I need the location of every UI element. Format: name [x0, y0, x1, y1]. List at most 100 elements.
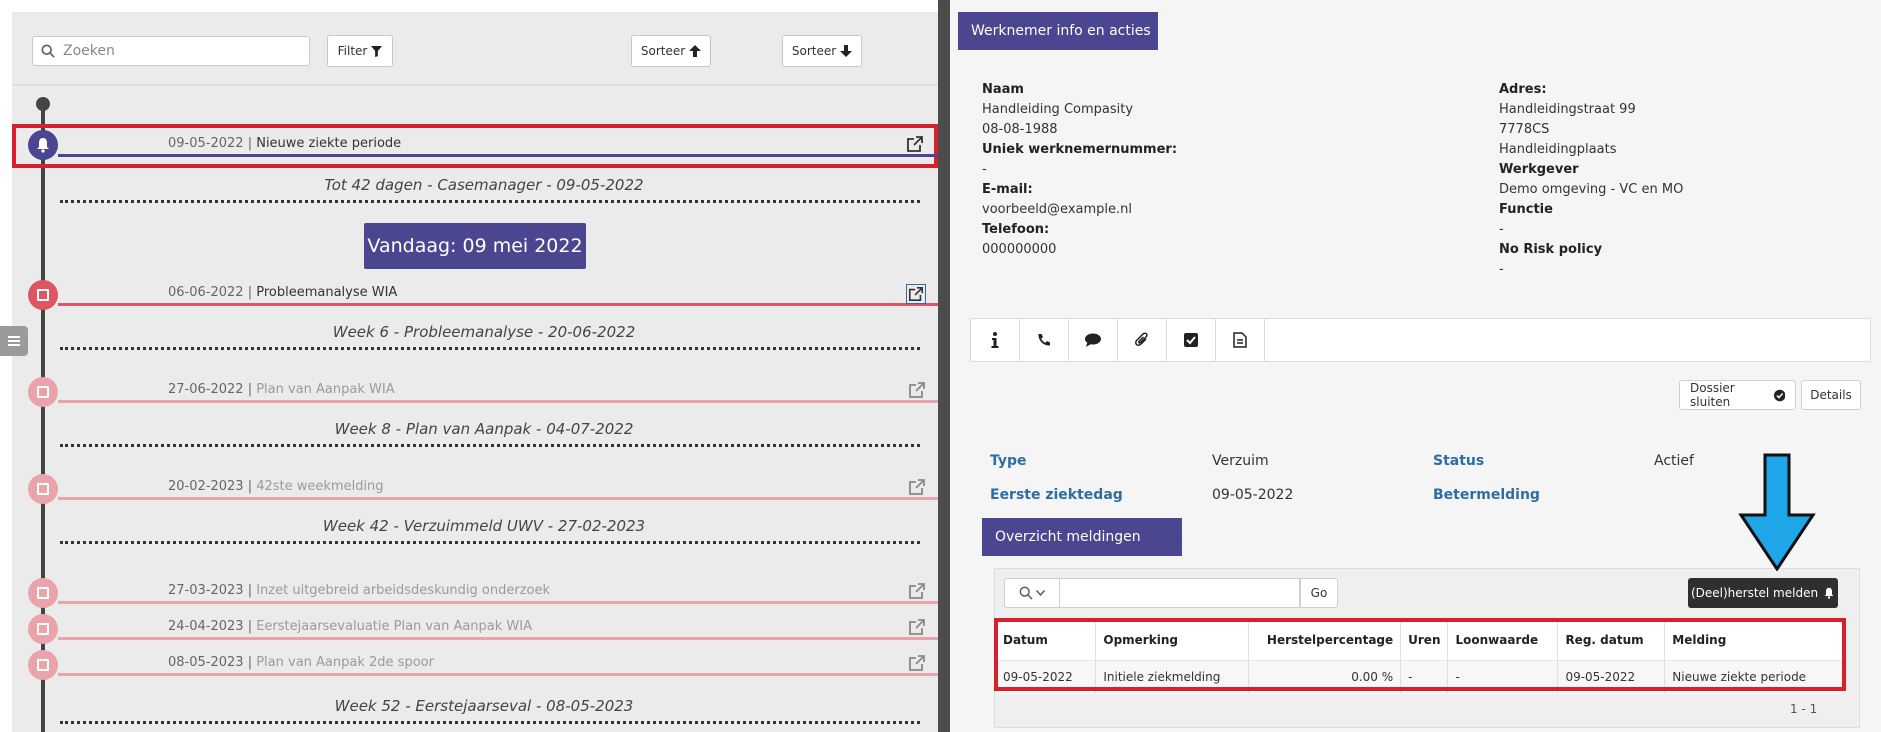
phone-icon	[1038, 334, 1050, 346]
bell-marker	[28, 130, 58, 160]
timeline-event-nieuwe-ziekte-periode[interactable]: 09-05-2022 | Nieuwe ziekte periode	[12, 124, 938, 168]
tab-info[interactable]	[971, 319, 1020, 361]
event-underline	[58, 497, 938, 500]
tab-taken[interactable]	[1167, 319, 1216, 361]
filter-button[interactable]: Filter	[327, 35, 393, 67]
functie-label: Functie	[1499, 202, 1553, 217]
timeline-event-eerstejaarsevaluatie[interactable]: 24-04-2023 | Eerstejaarsevaluatie Plan v…	[12, 610, 938, 650]
tab-documenten[interactable]	[1216, 319, 1265, 361]
timeline-panel: Filter Sorteer Sorteer 09-05-2022 | Nieu…	[12, 12, 938, 732]
column-header-loonwaarde[interactable]: Loonwaarde	[1447, 620, 1559, 660]
postcode-value: 7778CS	[1499, 122, 1550, 137]
column-header-opmerking[interactable]: Opmerking	[1095, 620, 1250, 660]
external-link-icon[interactable]	[906, 284, 926, 304]
square-icon	[37, 587, 49, 599]
herstel-melden-label: (Deel)herstel melden	[1690, 586, 1819, 600]
bell-icon	[37, 138, 49, 153]
norisk-label: No Risk policy	[1499, 242, 1603, 257]
square-icon	[37, 289, 49, 301]
tab-overzicht-meldingen[interactable]: Overzicht meldingen	[982, 518, 1182, 556]
event-marker	[28, 614, 58, 644]
grid-go-button[interactable]: Go	[1300, 578, 1338, 608]
pagination-info: 1 - 1	[1790, 702, 1818, 716]
timeline-event-arbeidsdeskundig-onderzoek[interactable]: 27-03-2023 | Inzet uitgebreid arbeidsdes…	[12, 574, 938, 614]
column-header-herstelpercentage[interactable]: Herstelpercentage	[1248, 620, 1402, 660]
event-underline	[58, 154, 938, 157]
sort-ascending-button[interactable]: Sorteer	[631, 35, 711, 67]
checkbox-icon	[1184, 333, 1198, 347]
event-underline	[58, 400, 938, 403]
event-underline	[58, 673, 938, 676]
naam-label: Naam	[982, 82, 1024, 97]
naam-value: Handleiding Compasity	[982, 102, 1134, 117]
event-text: 27-03-2023 | Inzet uitgebreid arbeidsdes…	[168, 583, 550, 598]
geboortedatum-value: 08-08-1988	[982, 122, 1058, 137]
event-date: 08-05-2023	[168, 655, 244, 670]
event-desc: Plan van Aanpak 2de spoor	[256, 655, 434, 670]
event-date: 09-05-2022	[168, 136, 244, 151]
event-desc: Eerstejaarsevaluatie Plan van Aanpak WIA	[256, 619, 532, 634]
milestone-label: Week 6 - Probleemanalyse - 20-06-2022	[332, 323, 636, 341]
table-header-row: Datum Opmerking Herstelpercentage Uren L…	[996, 620, 1844, 660]
column-header-datum[interactable]: Datum	[996, 620, 1097, 660]
telefoon-value: 000000000	[982, 242, 1057, 257]
sort-desc-label: Sorteer	[791, 44, 837, 58]
tab-bijlagen[interactable]	[1118, 319, 1167, 361]
event-text: 27-06-2022 | Plan van Aanpak WIA	[168, 382, 395, 397]
dossier-sluiten-button[interactable]: Dossier sluiten	[1679, 380, 1796, 410]
herstel-melden-button[interactable]: (Deel)herstel melden	[1688, 578, 1838, 608]
external-link-icon[interactable]	[906, 135, 924, 153]
event-separator: |	[243, 619, 257, 634]
external-link-icon[interactable]	[908, 478, 926, 496]
annotation-arrow-icon	[1738, 453, 1816, 571]
tab-berichten[interactable]	[1069, 319, 1118, 361]
grid-search-column-selector[interactable]	[1004, 578, 1060, 608]
meldingen-table: Datum Opmerking Herstelpercentage Uren L…	[996, 620, 1844, 694]
timeline-event-probleemanalyse[interactable]: 06-06-2022 | Probleemanalyse WIA	[12, 276, 938, 316]
milestone-label: Week 8 - Plan van Aanpak - 04-07-2022	[334, 420, 634, 438]
employee-info-right: Adres: Handleidingstraat 99 7778CS Handl…	[1499, 80, 1683, 280]
event-desc: Inzet uitgebreid arbeidsdeskundig onderz…	[256, 583, 551, 598]
column-header-uren[interactable]: Uren	[1400, 620, 1449, 660]
filter-label: Filter	[337, 44, 368, 58]
external-link-icon[interactable]	[908, 582, 926, 600]
timeline-event-42ste-weekmelding[interactable]: 20-02-2023 | 42ste weekmelding	[12, 470, 938, 510]
panel-splitter[interactable]	[938, 0, 950, 732]
column-header-melding[interactable]: Melding	[1664, 620, 1844, 660]
external-link-icon[interactable]	[908, 381, 926, 399]
search-box[interactable]	[32, 36, 310, 66]
tab-werknemer-info[interactable]: Werknemer info en acties	[958, 12, 1158, 50]
milestone-divider	[60, 444, 920, 447]
employee-info-left: Naam Handleiding Compasity 08-08-1988 Un…	[982, 80, 1177, 260]
status-label: Status	[1433, 453, 1485, 469]
event-desc: 42ste weekmelding	[256, 479, 384, 494]
timeline-event-plan-van-aanpak[interactable]: 27-06-2022 | Plan van Aanpak WIA	[12, 373, 938, 413]
tab-telefoon[interactable]	[1020, 319, 1069, 361]
square-icon	[37, 623, 49, 635]
email-label: E-mail:	[982, 182, 1033, 197]
event-separator: |	[243, 285, 257, 300]
werknemernummer-value: -	[982, 162, 987, 177]
event-date: 27-03-2023	[168, 583, 244, 598]
grid-search-input[interactable]	[1060, 578, 1300, 608]
norisk-value: -	[1499, 262, 1504, 277]
check-circle-icon	[1773, 389, 1785, 401]
square-icon	[37, 386, 49, 398]
cell-datum: 09-05-2022	[996, 659, 1097, 694]
sort-descending-button[interactable]: Sorteer	[782, 35, 862, 67]
table-row[interactable]: 09-05-2022 Initiele ziekmelding 0.00 % -…	[996, 659, 1844, 694]
external-link-icon[interactable]	[908, 618, 926, 636]
external-link-icon[interactable]	[908, 654, 926, 672]
dossier-sluiten-label: Dossier sluiten	[1690, 381, 1735, 409]
search-input[interactable]	[61, 42, 281, 60]
event-text: 08-05-2023 | Plan van Aanpak 2de spoor	[168, 655, 434, 670]
sidebar-toggle-button[interactable]	[0, 326, 28, 356]
column-header-reg-datum[interactable]: Reg. datum	[1557, 620, 1666, 660]
status-value: Actief	[1654, 453, 1694, 469]
milestone-divider	[60, 721, 920, 724]
event-text: 06-06-2022 | Probleemanalyse WIA	[168, 285, 397, 300]
arrow-up-icon	[689, 45, 702, 57]
timeline-event-plan-2de-spoor[interactable]: 08-05-2023 | Plan van Aanpak 2de spoor	[12, 646, 938, 686]
milestone-label: Tot 42 dagen - Casemanager - 09-05-2022	[324, 176, 644, 194]
details-button[interactable]: Details	[1801, 380, 1861, 410]
